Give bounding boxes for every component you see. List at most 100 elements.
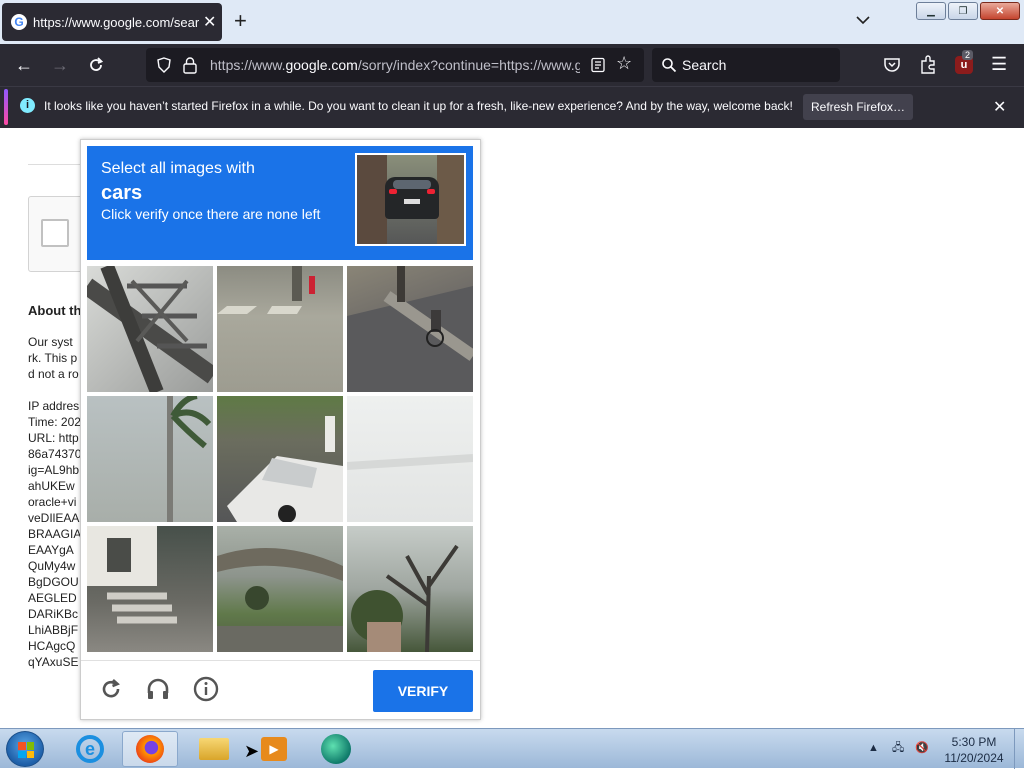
start-button[interactable] <box>6 731 44 767</box>
refresh-firefox-button[interactable]: Refresh Firefox… <box>803 94 913 120</box>
audio-challenge-icon[interactable] <box>145 676 171 702</box>
new-tab-button[interactable]: + <box>234 10 247 32</box>
notification-close-icon[interactable]: ✕ <box>993 97 1006 117</box>
bookmark-star-icon[interactable]: ☆ <box>616 53 632 74</box>
url-prefix: https://www. <box>210 57 286 73</box>
detail-line: HCAgcQ <box>28 639 76 653</box>
image-tile[interactable] <box>87 396 213 522</box>
tab-strip: G https://www.google.com/search ✕ + ▁ ❐ … <box>0 0 1024 44</box>
page-heading: About th <box>28 303 82 318</box>
media-player-icon: ▶ <box>261 737 287 761</box>
window-close-button[interactable]: ✕ <box>980 2 1020 20</box>
divider <box>28 164 88 165</box>
back-icon[interactable]: ← <box>14 55 34 75</box>
detail-line: 86a74370 <box>28 447 82 461</box>
url-domain: google.com <box>285 57 358 73</box>
detail-line: DARiKBc <box>28 607 79 621</box>
paragraph-line: Our syst <box>28 335 73 349</box>
volume-muted-icon[interactable]: 🔇 <box>915 742 929 754</box>
notification-bar: i It looks like you haven’t started Fire… <box>0 86 1024 128</box>
lock-icon[interactable] <box>182 56 198 74</box>
window-controls: ▁ ❐ ✕ <box>916 2 1020 20</box>
detail-line: EAAYgA <box>28 543 74 557</box>
paragraph-line: rk. This p <box>28 351 78 365</box>
firefox-icon <box>136 735 164 763</box>
notification-accent-stripe <box>4 89 8 125</box>
image-tile[interactable] <box>347 396 473 522</box>
pocket-icon[interactable] <box>883 56 901 74</box>
reload-challenge-icon[interactable] <box>98 676 124 702</box>
verify-button[interactable]: VERIFY <box>373 670 473 712</box>
image-tile[interactable] <box>217 526 343 652</box>
car-shape <box>385 177 439 219</box>
detail-line: BgDGOU <box>28 575 79 589</box>
info-help-icon[interactable] <box>193 676 219 702</box>
recaptcha-checkbox[interactable] <box>41 219 69 247</box>
detail-line: URL: http <box>28 431 79 445</box>
show-hidden-icons-icon[interactable]: ▲ <box>868 742 879 754</box>
extension-badge-count: 2 <box>962 50 974 60</box>
app-icon <box>321 734 351 764</box>
internet-explorer-task[interactable]: e <box>62 731 118 767</box>
image-tile[interactable] <box>217 396 343 522</box>
instruction-subline: Click verify once there are none left <box>101 206 321 222</box>
target-object-label: cars <box>101 182 143 204</box>
detail-line: AEGLED <box>28 591 77 605</box>
detail-line: ahUKEw <box>28 479 75 493</box>
tab-title: https://www.google.com/search <box>33 14 199 30</box>
detail-line: ig=AL9hb <box>28 463 80 477</box>
windows-logo-icon <box>18 742 34 758</box>
file-explorer-task[interactable] <box>186 731 242 767</box>
image-tile[interactable] <box>347 266 473 392</box>
forward-icon[interactable]: → <box>50 55 70 75</box>
recaptcha-challenge: Select all images with cars Click verify… <box>80 139 481 720</box>
detail-line: qYAxuSE <box>28 655 79 669</box>
firefox-task[interactable] <box>122 731 178 767</box>
url-text: https://www.google.com/sorry/index?conti… <box>210 57 580 73</box>
search-placeholder: Search <box>682 57 727 73</box>
extensions-icon[interactable] <box>919 55 937 75</box>
footer-divider <box>81 660 480 661</box>
reload-icon[interactable] <box>86 55 106 75</box>
detail-line: veDIlEAA <box>28 511 80 525</box>
image-tile[interactable] <box>87 526 213 652</box>
image-grid <box>87 266 477 656</box>
detail-line: QuMy4w <box>28 559 76 573</box>
system-clock[interactable]: 5:30 PM 11/20/2024 <box>940 734 1008 766</box>
google-favicon-icon: G <box>11 14 27 30</box>
search-bar[interactable]: Search <box>652 48 840 82</box>
reader-view-icon[interactable] <box>590 57 606 73</box>
app-menu-icon[interactable]: ☰ <box>991 54 1007 75</box>
challenge-header: Select all images with cars Click verify… <box>87 146 473 260</box>
image-tile[interactable] <box>347 526 473 652</box>
network-icon[interactable]: 🖧 <box>892 742 904 754</box>
notification-message: It looks like you haven’t started Firefo… <box>44 99 793 113</box>
folder-icon <box>199 738 229 760</box>
system-tray: ▲ 🖧 🔇 <box>868 739 929 758</box>
nav-toolbar: ← → https://www.google.com/sorry/index?c… <box>0 44 1024 86</box>
image-tile[interactable] <box>217 266 343 392</box>
clock-date: 11/20/2024 <box>944 751 1004 765</box>
paragraph-line: d not a ro <box>28 367 79 381</box>
image-tile[interactable] <box>87 266 213 392</box>
app-task[interactable] <box>308 731 364 767</box>
detail-line: oracle+vi <box>28 495 77 509</box>
shield-icon[interactable] <box>156 57 172 73</box>
tab-close-icon[interactable]: ✕ <box>203 12 216 32</box>
url-bar[interactable]: https://www.google.com/sorry/index?conti… <box>146 48 644 82</box>
search-icon <box>662 58 677 73</box>
list-all-tabs-icon[interactable] <box>855 12 871 28</box>
tab-google-sorry[interactable]: G https://www.google.com/search ✕ <box>2 3 222 41</box>
detail-line: Time: 202 <box>28 415 81 429</box>
minimize-button[interactable]: ▁ <box>916 2 946 20</box>
clock-time: 5:30 PM <box>951 735 997 749</box>
restore-button[interactable]: ❐ <box>948 2 978 20</box>
detail-line: IP addres <box>28 399 80 413</box>
detail-line: BRAAGIA <box>28 527 82 541</box>
instruction-line: Select all images with <box>101 160 255 177</box>
windows-taskbar: e ▶ ➤ ▲ 🖧 🔇 5:30 PM 11/20/2024 <box>0 728 1024 769</box>
mouse-cursor-icon: ➤ <box>244 741 260 761</box>
detail-line: LhiABBjF <box>28 623 79 637</box>
example-car-image <box>355 153 466 246</box>
show-desktop-button[interactable] <box>1014 729 1024 769</box>
